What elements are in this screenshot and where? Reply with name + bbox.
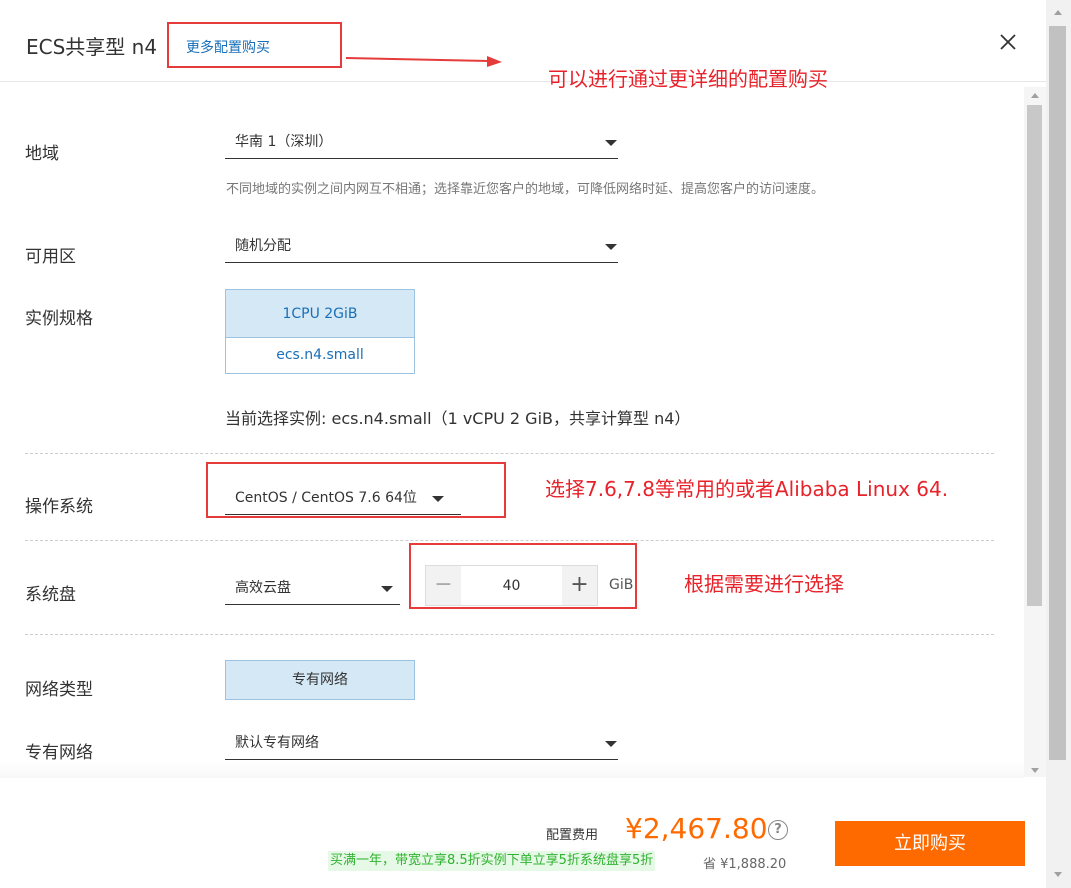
divider — [25, 540, 994, 541]
vpc-select[interactable]: 默认专有网络 — [225, 726, 618, 760]
chevron-down-icon — [605, 244, 617, 250]
disk-type-value: 高效云盘 — [235, 580, 291, 596]
disk-type-select[interactable]: 高效云盘 — [225, 571, 400, 605]
page-scroll-up-icon[interactable] — [1054, 10, 1062, 15]
footer-shadow — [0, 760, 1024, 780]
price-value: ¥2,467.80 — [625, 812, 768, 845]
zone-select[interactable]: 随机分配 — [225, 229, 618, 263]
savings-text: 省 ¥1,888.20 — [703, 857, 787, 872]
network-type-vpc-option[interactable]: 专有网络 — [225, 660, 415, 700]
price-label: 配置费用 — [546, 828, 599, 843]
zone-label: 可用区 — [25, 247, 76, 267]
spec-label: 实例规格 — [25, 309, 93, 329]
spec-name: ecs.n4.small — [276, 347, 364, 363]
annotation-box-more-link — [167, 22, 342, 68]
vpc-value: 默认专有网络 — [235, 735, 319, 751]
buy-now-button[interactable]: 立即购买 — [835, 821, 1025, 866]
dialog-header: ECS共享型 n4 更多配置购买 — [0, 0, 1046, 82]
region-select[interactable]: 华南 1（深圳） — [225, 125, 618, 159]
annotation-arrow — [346, 56, 502, 67]
form-scroll-thumb[interactable] — [1027, 105, 1042, 606]
dialog-title: ECS共享型 n4 — [26, 35, 158, 59]
current-instance-text: 当前选择实例: ecs.n4.small（1 vCPU 2 GiB，共享计算型 … — [225, 409, 691, 428]
chevron-down-icon — [605, 140, 617, 146]
page-scroll-thumb[interactable] — [1049, 26, 1066, 760]
annotation-box-os — [206, 462, 506, 518]
zone-value: 随机分配 — [235, 238, 291, 254]
region-hint: 不同地域的实例之间内网互不相通；选择靠近您客户的地域，可降低网络时延、提高您客户… — [226, 182, 825, 197]
spec-card-ecs-n4-small[interactable]: 1CPU 2GiB ecs.n4.small — [225, 289, 415, 374]
divider — [25, 634, 994, 635]
spec-cpu-mem: 1CPU 2GiB — [226, 290, 414, 338]
chevron-down-icon — [381, 586, 393, 592]
divider — [25, 453, 994, 454]
annotation-note-disk: 根据需要进行选择 — [684, 572, 844, 596]
annotation-note-os: 选择7.6,7.8等常用的或者Alibaba Linux 64. — [545, 477, 949, 501]
disk-label: 系统盘 — [25, 585, 76, 605]
close-icon[interactable] — [996, 30, 1020, 54]
region-label: 地域 — [25, 144, 59, 164]
form-scroll-down-icon[interactable] — [1031, 768, 1039, 773]
annotation-box-disk — [409, 543, 637, 609]
page-scroll-down-icon[interactable] — [1054, 872, 1062, 877]
network-type-label: 网络类型 — [25, 680, 93, 700]
promo-banner: 买满一年，带宽立享8.5折实例下单立享5折系统盘享5折 — [328, 851, 656, 871]
region-value: 华南 1（深圳） — [235, 134, 333, 150]
annotation-note-more: 可以进行通过更详细的配置购买 — [548, 67, 828, 91]
form-scroll-up-icon[interactable] — [1031, 93, 1039, 98]
question-icon[interactable]: ? — [768, 820, 788, 840]
chevron-down-icon — [605, 741, 617, 747]
os-label: 操作系统 — [25, 497, 93, 517]
